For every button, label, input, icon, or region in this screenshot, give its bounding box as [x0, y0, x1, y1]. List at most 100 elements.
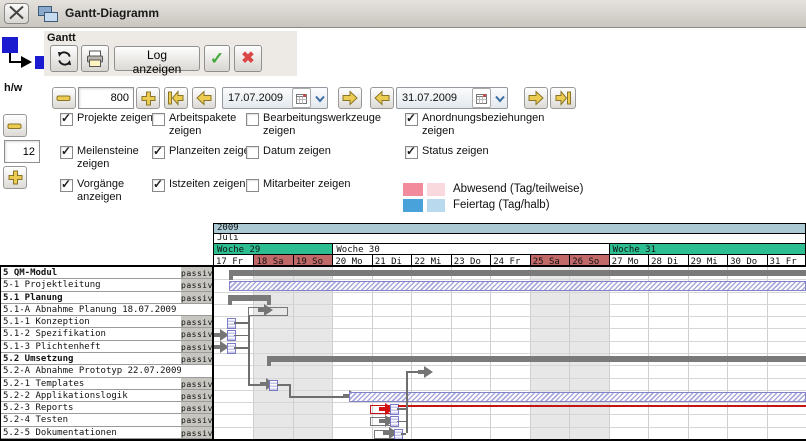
option-meilensteine-zeigen[interactable]: Meilensteine zeigen [60, 145, 157, 171]
option-status-zeigen[interactable]: Status zeigen [405, 145, 572, 159]
task-status [181, 365, 212, 376]
option-label: Datum zeigen [263, 145, 401, 158]
task-row-5-1-a-abnahme-planung-18-07-2009[interactable]: 5.1-A Abnahme Planung 18.07.2009 [1, 304, 212, 316]
task-row-5-1-1-konzeption[interactable]: 5.1-1 Konzeptionpassiv [1, 316, 212, 328]
option-istzeiten-zeigen[interactable]: Istzeiten zeigen [152, 178, 257, 192]
chevron-down-icon [315, 94, 325, 103]
task-status: passiv [181, 378, 212, 389]
grid-line-horizontal [214, 414, 806, 415]
task-status: passiv [181, 328, 212, 339]
task-name: 5-1 Projektleitung [1, 279, 184, 290]
option-mitarbeiter-zeigen[interactable]: Mitarbeiter zeigen [246, 178, 401, 192]
calendar-picker-button[interactable] [472, 88, 491, 108]
task-row-5-2-3-reports[interactable]: 5.2-3 Reportspassiv [1, 402, 212, 414]
confirm-button[interactable]: ✓ [204, 45, 230, 72]
dependency-line [277, 384, 289, 386]
weeks-band: Woche 29Woche 30Woche 31 [214, 244, 805, 255]
row-height-increase-button[interactable] [3, 166, 27, 189]
log-button[interactable]: Log anzeigen [114, 46, 200, 71]
date-from-field[interactable]: 17.07.2009 [222, 87, 328, 109]
task-status: passiv [181, 414, 212, 425]
date-to-prev-button[interactable] [370, 87, 394, 109]
task-row-5-1-planung[interactable]: 5.1 Planungpassiv [1, 292, 212, 304]
width-increase-button[interactable] [136, 87, 160, 109]
checkbox[interactable] [152, 146, 165, 159]
task-row-5-2-umsetzung[interactable]: 5.2 Umsetzungpassiv [1, 353, 212, 365]
dependency-line [397, 421, 406, 423]
task-status: passiv [181, 341, 212, 352]
date-from-dropdown[interactable] [312, 89, 327, 107]
summary-bar[interactable] [229, 270, 806, 276]
arrow-left-icon [373, 90, 391, 106]
option-projekte-zeigen[interactable]: Projekte zeigen [60, 112, 157, 126]
option-vorgange-anzeigen[interactable]: Vorgänge anzeigen [60, 178, 157, 204]
option-anordnungsbeziehungen-zeigen[interactable]: Anordnungsbeziehungen zeigen [405, 112, 572, 138]
summary-bar[interactable] [267, 356, 806, 362]
bar-hook [267, 295, 271, 305]
option-arbeitspakete-zeigen[interactable]: Arbeitspakete zeigen [152, 112, 257, 138]
checkbox[interactable] [246, 113, 259, 126]
close-button[interactable] [4, 3, 29, 24]
grid-line-horizontal [214, 292, 806, 293]
task-status: passiv [181, 292, 212, 303]
planned-bar[interactable] [229, 281, 806, 291]
date-from-prev-button[interactable] [192, 87, 216, 109]
checkbox[interactable] [152, 179, 165, 192]
task-row-5-2-1-templates[interactable]: 5.2-1 Templatespassiv [1, 378, 212, 390]
date-to-field[interactable]: 31.07.2009 [396, 87, 508, 109]
task-row-5-2-a-abnahme-prototyp-22-07-2009[interactable]: 5.2-A Abnahme Prototyp 22.07.2009 [1, 365, 212, 377]
task-name: 5.1-3 Plichtenheft [1, 341, 184, 352]
width-decrease-button[interactable] [52, 87, 76, 109]
date-to-dropdown[interactable] [492, 89, 507, 107]
task-row-5-1-projektleitung[interactable]: 5-1 Projektleitungpassiv [1, 279, 212, 291]
jump-to-end-button[interactable] [550, 87, 576, 109]
planned-bar[interactable] [349, 392, 806, 402]
task-row-5-2-5-dokumentationen[interactable]: 5.2-5 Dokumentationenpassiv [1, 427, 212, 439]
grid-line-horizontal [214, 378, 806, 379]
task-name: 5.2-2 Applikationslogik [1, 390, 184, 401]
plus-icon [7, 169, 24, 186]
checkbox[interactable] [60, 179, 73, 192]
dependency-line [234, 347, 248, 349]
chart-width-input[interactable] [78, 87, 134, 109]
checkbox[interactable] [246, 146, 259, 159]
jump-to-start-button[interactable] [164, 87, 188, 109]
task-row-5-qm-modul[interactable]: 5 QM-Modulpassiv [1, 267, 212, 279]
task-row-5-2-4-testen[interactable]: 5.2-4 Testenpassiv [1, 414, 212, 426]
date-to-next-button[interactable] [524, 87, 548, 109]
cancel-button[interactable]: ✖ [234, 45, 262, 72]
task-name: 5.2-3 Reports [1, 402, 184, 413]
date-from-next-button[interactable] [338, 87, 362, 109]
task-row-5-2-2-applikationslogik[interactable]: 5.2-2 Applikationslogikpassiv [1, 390, 212, 402]
task-row-5-1-3-plichtenheft[interactable]: 5.1-3 Plichtenheftpassiv [1, 341, 212, 353]
checkbox[interactable] [405, 146, 418, 159]
task-row-5-1-2-spezifikation[interactable]: 5.1-2 Spezifikationpassiv [1, 328, 212, 340]
calendar-picker-button[interactable] [292, 88, 311, 108]
milestone-arrow-icon[interactable] [418, 366, 433, 378]
window-title: Gantt-Diagramm [65, 6, 159, 20]
window-icon [38, 6, 58, 22]
summary-bar[interactable] [228, 295, 271, 301]
day-header-24-fr: 24 Fr [490, 255, 529, 267]
option-planzeiten-zeigen[interactable]: Planzeiten zeigen [152, 145, 257, 159]
row-height-decrease-button[interactable] [3, 114, 27, 137]
option-bearbeitungswerkzeuge-zeigen[interactable]: Bearbeitungswerkzeuge zeigen [246, 112, 401, 138]
grid-line-horizontal [214, 341, 806, 342]
checkbox[interactable] [60, 113, 73, 126]
milestone-box[interactable] [227, 318, 236, 329]
checkbox[interactable] [60, 146, 73, 159]
milestone-arrow-icon[interactable] [258, 304, 273, 316]
option-datum-zeigen[interactable]: Datum zeigen [246, 145, 401, 159]
dependency-line [248, 316, 250, 384]
task-name: 5.1-2 Spezifikation [1, 328, 184, 339]
refresh-button[interactable] [50, 45, 78, 72]
task-status: passiv [181, 353, 212, 364]
checkbox[interactable] [246, 179, 259, 192]
days-band: 17 Fr18 Sa19 So20 Mo21 Di22 Mi23 Do24 Fr… [214, 255, 805, 267]
row-height-input[interactable] [4, 140, 40, 163]
legend-row: Feiertag (Tag/halb) [403, 198, 550, 212]
print-button[interactable] [81, 45, 109, 72]
checkbox[interactable] [405, 113, 418, 126]
checkbox[interactable] [152, 113, 165, 126]
week-header-woche-29: Woche 29 [214, 244, 332, 254]
